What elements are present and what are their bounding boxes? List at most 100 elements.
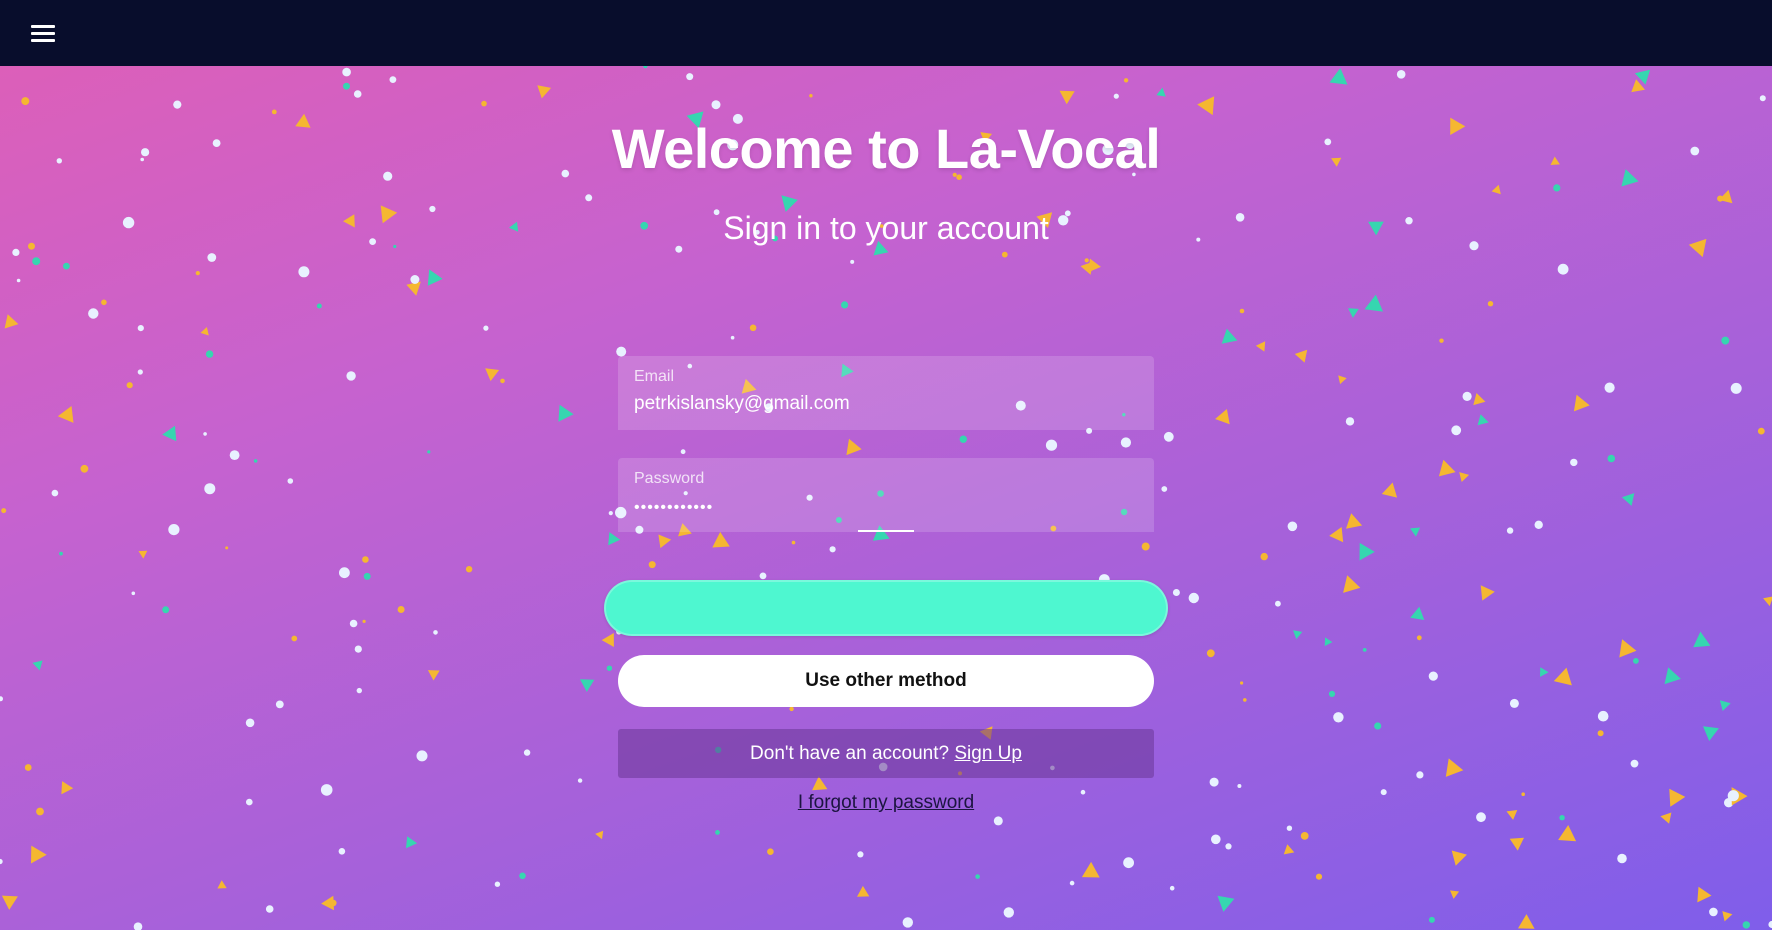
- confetti-triangle: [1410, 606, 1425, 620]
- confetti-dot: [205, 350, 214, 358]
- confetti-dot: [204, 483, 216, 495]
- confetti-triangle: [1722, 911, 1733, 922]
- confetti-dot: [1123, 857, 1134, 869]
- confetti-dot: [1069, 880, 1075, 886]
- confetti-triangle: [485, 368, 500, 382]
- confetti-triangle: [1621, 493, 1635, 506]
- password-label: Password: [634, 470, 705, 487]
- email-input[interactable]: [634, 393, 1134, 415]
- confetti-dot: [275, 700, 284, 709]
- confetti-dot: [523, 749, 531, 756]
- confetti-dot: [101, 299, 107, 306]
- confetti-dot: [1428, 671, 1438, 681]
- confetti-dot: [1509, 698, 1519, 708]
- confetti-dot: [585, 194, 593, 202]
- confetti-triangle: [1664, 667, 1681, 685]
- confetti-dot: [1717, 195, 1724, 202]
- confetti-dot: [410, 275, 420, 284]
- confetti-triangle: [1324, 637, 1333, 647]
- menu-line: [31, 32, 55, 35]
- confetti-dot: [1416, 771, 1424, 779]
- email-field[interactable]: Email: [618, 356, 1154, 430]
- confetti-triangle: [1480, 585, 1495, 601]
- confetti-triangle: [846, 438, 862, 456]
- hamburger-menu-icon[interactable]: [28, 21, 58, 45]
- confetti-dot: [173, 100, 182, 109]
- page-title: Welcome to La-Vocal: [611, 117, 1161, 180]
- confetti-triangle: [427, 269, 443, 286]
- password-input[interactable]: ••••••••••••: [634, 499, 1134, 517]
- confetti-dot: [1396, 70, 1406, 79]
- confetti-triangle: [1348, 308, 1359, 318]
- page-subtitle: Sign in to your account: [723, 210, 1049, 246]
- confetti-dot: [500, 378, 505, 384]
- confetti-dot: [1757, 427, 1765, 435]
- confetti-dot: [1225, 843, 1232, 850]
- confetti-triangle: [1451, 850, 1467, 866]
- confetti-dot: [356, 687, 362, 694]
- confetti-dot: [427, 450, 431, 454]
- confetti-dot: [993, 816, 1003, 826]
- confetti-triangle: [580, 679, 595, 692]
- confetti-triangle: [162, 425, 177, 442]
- confetti-dot: [1428, 916, 1435, 923]
- confetti-dot: [349, 619, 358, 628]
- confetti-triangle: [1080, 261, 1094, 275]
- use-other-method-button[interactable]: Use other method: [618, 655, 1154, 707]
- confetti-triangle: [31, 845, 47, 864]
- confetti-triangle: [1509, 837, 1524, 851]
- sign-up-link[interactable]: Sign Up: [954, 743, 1022, 764]
- confetti-dot: [686, 73, 694, 81]
- confetti-dot: [1759, 95, 1766, 102]
- confetti-triangle: [4, 314, 19, 329]
- confetti-dot: [1206, 649, 1215, 658]
- confetti-dot: [789, 706, 794, 712]
- confetti-dot: [59, 551, 63, 556]
- confetti-dot: [12, 248, 20, 256]
- confetti-triangle: [558, 404, 574, 422]
- confetti-dot: [225, 546, 229, 550]
- confetti-triangle: [1660, 812, 1672, 824]
- top-app-bar: [0, 0, 1772, 66]
- confetti-triangle: [1293, 630, 1303, 640]
- confetti-dot: [1633, 658, 1639, 664]
- menu-line: [31, 39, 55, 42]
- confetti-dot: [353, 90, 362, 98]
- confetti-dot: [1243, 698, 1247, 702]
- confetti-dot: [1416, 635, 1422, 641]
- forgot-password-link[interactable]: I forgot my password: [798, 792, 974, 813]
- confetti-triangle: [1329, 68, 1348, 85]
- confetti-triangle: [1693, 631, 1711, 648]
- sign-in-hero: Welcome to La-Vocal Sign in to your acco…: [0, 66, 1772, 930]
- confetti-dot: [1003, 907, 1014, 918]
- confetti-dot: [1328, 690, 1336, 698]
- confetti-dot: [1287, 521, 1298, 532]
- confetti-dot: [465, 566, 473, 573]
- confetti-triangle: [1081, 861, 1100, 878]
- confetti-triangle: [1450, 890, 1460, 899]
- confetti-dot: [809, 94, 813, 98]
- password-field[interactable]: Password ••••••••••••: [618, 458, 1154, 532]
- confetti-dot: [1570, 458, 1578, 467]
- sign-in-button[interactable]: [604, 580, 1168, 636]
- confetti-dot: [291, 635, 298, 642]
- confetti-dot: [1333, 712, 1344, 723]
- confetti-dot: [51, 489, 59, 497]
- confetti-dot: [1, 508, 7, 514]
- confetti-dot: [1260, 552, 1268, 561]
- confetti-dot: [339, 567, 350, 579]
- confetti-dot: [1211, 834, 1221, 845]
- confetti-triangle: [1459, 472, 1470, 482]
- confetti-dot: [1275, 600, 1281, 607]
- confetti-dot: [519, 872, 526, 880]
- confetti-dot: [195, 271, 200, 276]
- confetti-dot: [1045, 439, 1058, 451]
- confetti-dot: [1534, 520, 1543, 529]
- confetti-dot: [829, 546, 836, 553]
- confetti-dot: [1604, 382, 1615, 393]
- confetti-triangle: [812, 776, 828, 791]
- confetti-dot: [1237, 784, 1242, 788]
- confetti-dot: [1084, 258, 1089, 263]
- confetti-triangle: [1294, 349, 1308, 363]
- confetti-dot: [1169, 885, 1175, 891]
